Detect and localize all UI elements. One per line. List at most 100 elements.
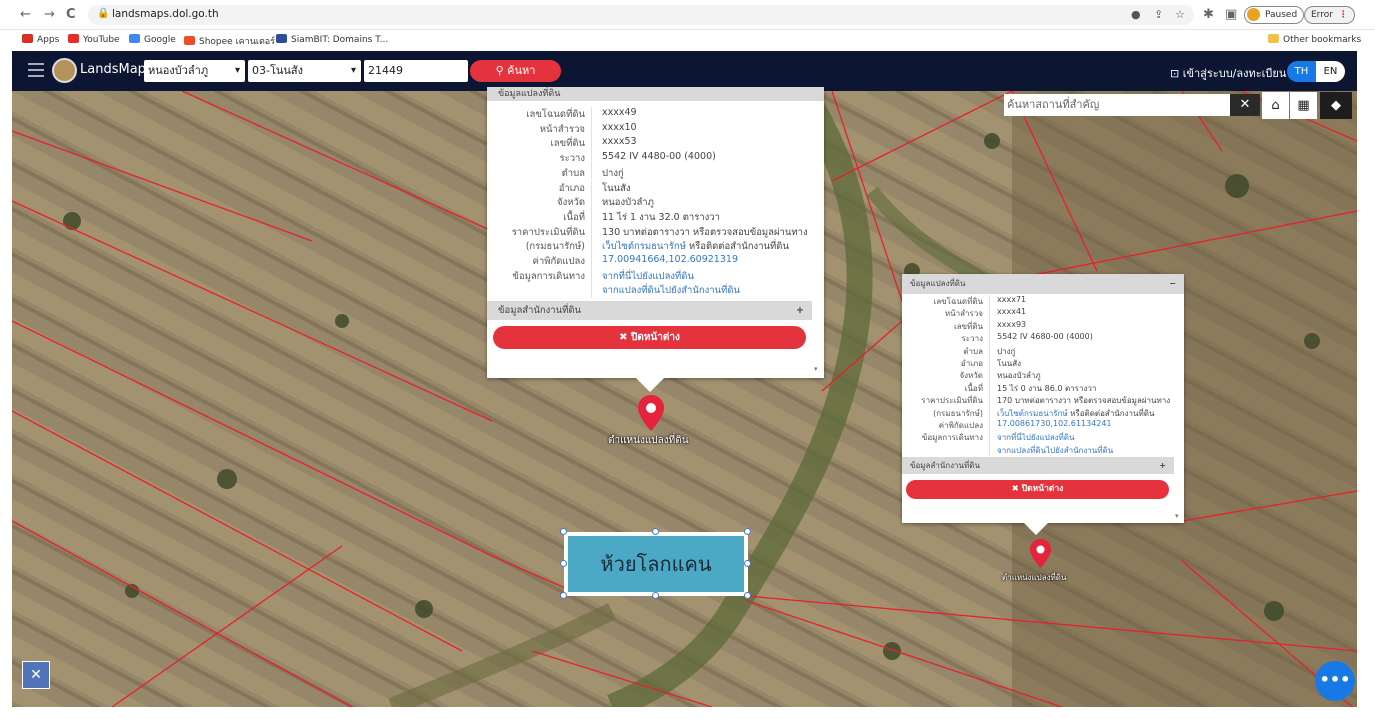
- close-popup-button[interactable]: ✖ ปิดหน้าต่าง: [493, 326, 806, 349]
- close-icon: ✕: [1239, 97, 1251, 112]
- collapse-icon[interactable]: −: [1169, 274, 1176, 294]
- place-search-placeholder: ค้นหาสถานที่สำคัญ: [1007, 98, 1100, 111]
- column-divider: [989, 394, 990, 407]
- layers-button[interactable]: ◆: [1320, 92, 1352, 119]
- office-section-header[interactable]: ข้อมูลสำนักงานที่ดิน +: [902, 457, 1174, 474]
- scroll-down-icon[interactable]: ▾: [1175, 512, 1179, 520]
- column-divider: [591, 268, 592, 284]
- back-icon[interactable]: ←: [20, 7, 31, 22]
- profile-chip[interactable]: Paused: [1244, 6, 1305, 24]
- detail-row: เลขที่ดิน xxxx93: [902, 319, 1184, 333]
- parcel-number-input[interactable]: 21449: [364, 60, 468, 82]
- detail-key: เลขที่ดิน: [953, 321, 983, 331]
- detail-value: 130 บาทต่อตารางวา หรือตรวจสอบข้อมูลผ่านท…: [602, 226, 808, 238]
- more-options-button[interactable]: •••: [1315, 661, 1355, 701]
- office-section-header[interactable]: ข้อมูลสำนักงานที่ดิน +: [487, 301, 812, 320]
- detail-row: ระวาง 5542 IV 4680-00 (4000): [902, 332, 1184, 345]
- detail-link[interactable]: จากที่นี่ไปยังแปลงที่ดิน: [602, 269, 694, 284]
- detail-link[interactable]: จากแปลงที่ดินไปยังสำนักงานที่ดิน: [997, 444, 1113, 457]
- detail-key: จังหวัด: [557, 197, 585, 209]
- detail-key: ข้อมูลการเดินทาง: [512, 270, 585, 282]
- lock-icon: 🔒: [97, 8, 110, 19]
- detail-row: เลขโฉนดที่ดิน xxxx71: [902, 295, 1184, 308]
- column-divider: [989, 332, 990, 345]
- popup-header[interactable]: ข้อมูลแปลงที่ดิน −: [902, 274, 1184, 294]
- treasury-website-link[interactable]: เว็บไซต์กรมธนารักษ์: [997, 409, 1068, 418]
- app-header: LandsMaps หนองบัวลำภู ▾ 03-โนนสัง ▾ 2144…: [12, 51, 1357, 91]
- detail-key: จังหวัด: [959, 371, 983, 381]
- detail-link[interactable]: 17.00861730,102.61134241: [997, 419, 1112, 428]
- detail-value: xxxx93: [997, 319, 1027, 329]
- location-icon[interactable]: ●: [1131, 8, 1141, 21]
- column-divider: [989, 357, 990, 370]
- logo-icon: [52, 58, 77, 83]
- office-header-label: ข้อมูลสำนักงานที่ดิน: [498, 305, 582, 316]
- scroll-down-icon[interactable]: ▾: [814, 365, 818, 373]
- detail-key: ข้อมูลการเดินทาง: [921, 433, 983, 443]
- detail-value: เว็บไซต์กรมธนารักษ์ หรือติดต่อสำนักงานที…: [997, 407, 1154, 420]
- bookmark-youtube[interactable]: YouTube: [68, 34, 120, 45]
- chevron-down-icon: ▾: [234, 65, 240, 76]
- close-popup-button[interactable]: ✖ ปิดหน้าต่าง: [906, 480, 1169, 499]
- address-bar[interactable]: 🔒 landsmaps.dol.go.th ● ⇪ ☆: [88, 5, 1194, 25]
- detail-key: เลขโฉนดที่ดิน: [933, 297, 983, 306]
- sidepanel-icon[interactable]: ▣: [1225, 7, 1237, 22]
- popup-header: ข้อมูลแปลงที่ดิน: [487, 87, 824, 101]
- search-button[interactable]: ⚲ ค้นหา: [470, 60, 561, 82]
- parcel-popup-right: ข้อมูลแปลงที่ดิน − เลขโฉนดที่ดิน xxxx71 หน…: [902, 274, 1184, 523]
- detail-link[interactable]: จากแปลงที่ดินไปยังสำนักงานที่ดิน: [602, 283, 740, 298]
- popup-pointer: [636, 378, 664, 392]
- expand-icon[interactable]: +: [1159, 457, 1166, 474]
- parcel-number-value: 21449: [368, 64, 403, 77]
- star-icon[interactable]: ☆: [1175, 8, 1185, 21]
- clear-search-button[interactable]: ✕: [1230, 94, 1260, 116]
- marker-label: ตำแหน่งแปลงที่ดิน: [1002, 573, 1067, 582]
- bookmark-siambit[interactable]: SiamBIT: Domains T...: [276, 34, 388, 45]
- map-pin-icon[interactable]: [1030, 539, 1051, 568]
- resize-handle[interactable]: [744, 560, 751, 567]
- resize-handle[interactable]: [560, 592, 567, 599]
- column-divider: [591, 239, 592, 254]
- grid-button[interactable]: ▦: [1290, 92, 1317, 119]
- treasury-website-link[interactable]: เว็บไซต์กรมธนารักษ์: [602, 241, 686, 252]
- expand-icon[interactable]: +: [796, 301, 804, 320]
- lang-th-button[interactable]: TH: [1287, 61, 1316, 82]
- reload-icon[interactable]: C: [66, 7, 76, 22]
- detail-value: xxxx53: [602, 136, 637, 148]
- bookmark-shopee[interactable]: Shopee เคานเตอร์: [184, 34, 275, 48]
- resize-handle[interactable]: [560, 560, 567, 567]
- map-pin-icon[interactable]: [638, 395, 664, 431]
- detail-link[interactable]: 17.00941664,102.60921319: [602, 254, 738, 265]
- detail-link[interactable]: จากที่นี่ไปยังแปลงที่ดิน: [997, 431, 1074, 444]
- forward-icon[interactable]: →: [44, 7, 55, 22]
- detail-key: ค่าพิกัดแปลง: [532, 256, 586, 267]
- error-chip[interactable]: Error ⋮: [1304, 6, 1355, 24]
- home-button[interactable]: ⌂: [1262, 92, 1289, 119]
- login-link[interactable]: ⊡ เข้าสู่ระบบ/ลงทะเบียน: [1170, 64, 1286, 82]
- apps-icon: [22, 34, 33, 43]
- resize-handle[interactable]: [560, 528, 567, 535]
- column-divider: [989, 419, 990, 432]
- menu-icon[interactable]: [28, 63, 44, 77]
- share-icon[interactable]: ⇪: [1154, 8, 1163, 21]
- stream-name-annotation[interactable]: ห้วยโลกแคน: [564, 532, 748, 596]
- resize-handle[interactable]: [744, 528, 751, 535]
- place-search-input[interactable]: ค้นหาสถานที่สำคัญ: [1004, 94, 1230, 116]
- detail-value: หรือติดต่อสำนักงานที่ดิน: [685, 241, 789, 253]
- resize-handle[interactable]: [744, 592, 751, 599]
- bookmark-google[interactable]: Google: [129, 34, 176, 45]
- lang-en-button[interactable]: EN: [1316, 61, 1345, 82]
- resize-handle[interactable]: [652, 592, 659, 599]
- tools-button[interactable]: ✕: [22, 661, 50, 689]
- detail-row: ราคาประเมินที่ดิน 170 บาทต่อตารางวา หรือต…: [902, 394, 1184, 407]
- bookmark-apps[interactable]: Apps: [22, 34, 59, 45]
- province-select[interactable]: หนองบัวลำภู ▾: [144, 60, 245, 82]
- extensions-icon[interactable]: ✱: [1203, 7, 1214, 22]
- column-divider: [591, 136, 592, 152]
- landsmaps-app: LandsMaps หนองบัวลำภู ▾ 03-โนนสัง ▾ 2144…: [12, 51, 1357, 707]
- other-bookmarks[interactable]: Other bookmarks: [1268, 34, 1361, 45]
- resize-handle[interactable]: [652, 528, 659, 535]
- stream-name-label: ห้วยโลกแคน: [568, 536, 744, 592]
- district-select[interactable]: 03-โนนสัง ▾: [248, 60, 361, 82]
- detail-row: ข้อมูลการเดินทาง จากที่นี่ไปยังแปลงที่ดิน: [902, 431, 1184, 444]
